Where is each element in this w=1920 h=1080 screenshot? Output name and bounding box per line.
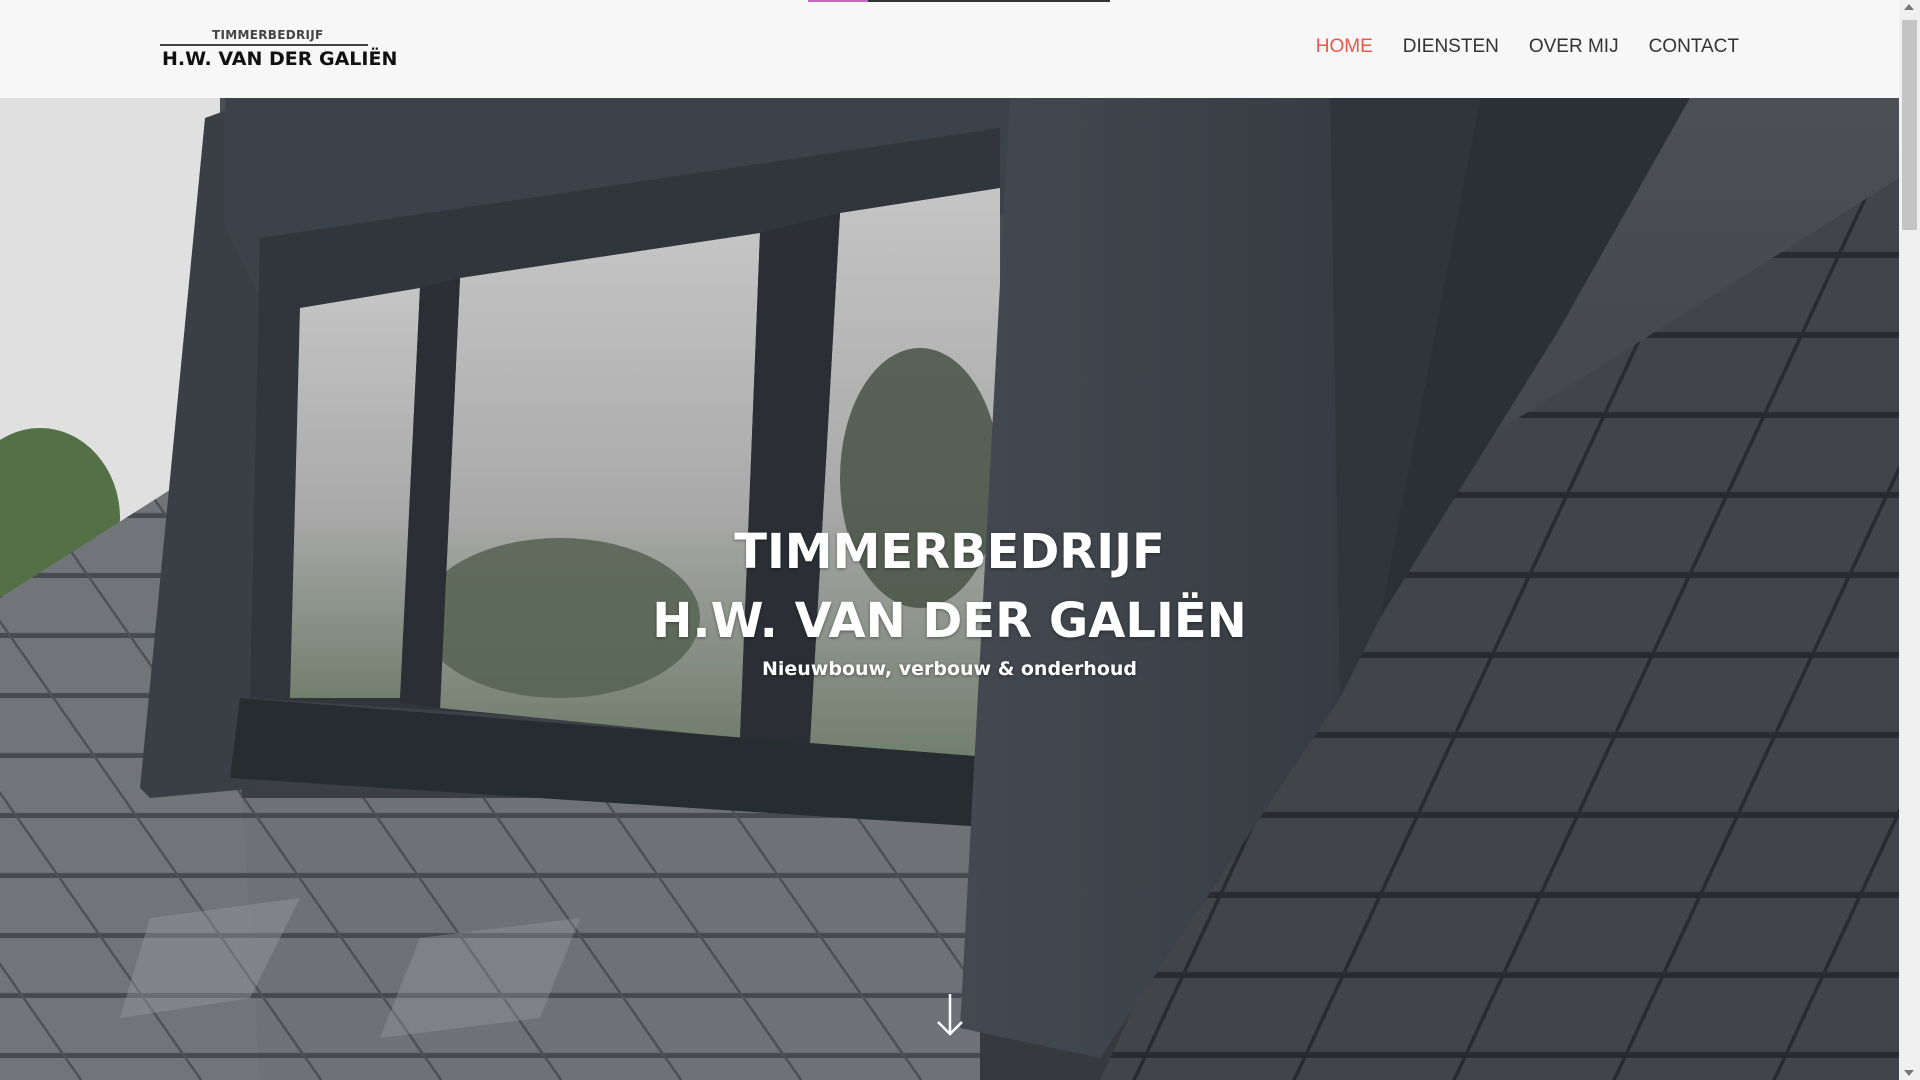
scroll-up-icon[interactable]	[1904, 4, 1914, 10]
nav-item-contact[interactable]: CONTACT	[1649, 36, 1739, 58]
vertical-scrollbar[interactable]	[1899, 0, 1920, 1080]
scroll-down-icon[interactable]	[1904, 1070, 1914, 1076]
nav-item-over-mij[interactable]: OVER MIJ	[1529, 36, 1619, 58]
arrow-down-icon[interactable]	[930, 990, 970, 1040]
page: TIMMERBEDRIJF H.W. VAN DER GALIËN HOME D…	[0, 0, 1920, 1080]
hero-subtitle: Nieuwbouw, verbouw & onderhoud	[761, 658, 1138, 680]
hero-title-line-1: TIMMERBEDRIJF	[734, 524, 1165, 580]
scroll-progress-bar	[808, 0, 1110, 2]
hero-section: TIMMERBEDRIJF H.W. VAN DER GALIËN Nieuwb…	[0, 98, 1899, 1080]
site-header: TIMMERBEDRIJF H.W. VAN DER GALIËN HOME D…	[0, 0, 1899, 98]
main-nav: HOME DIENSTEN OVER MIJ CONTACT	[1316, 36, 1739, 58]
scrollbar-thumb[interactable]	[1902, 20, 1917, 230]
logo-divider	[160, 44, 368, 46]
site-logo[interactable]: TIMMERBEDRIJF H.W. VAN DER GALIËN	[160, 26, 397, 72]
logo-top-line: TIMMERBEDRIJF	[212, 28, 324, 42]
scroll-progress-fill	[808, 0, 869, 2]
hero-title-line-2: H.W. VAN DER GALIËN	[652, 593, 1247, 649]
nav-item-home[interactable]: HOME	[1316, 36, 1373, 58]
nav-item-diensten[interactable]: DIENSTEN	[1403, 36, 1499, 58]
logo-main-line: H.W. VAN DER GALIËN	[162, 48, 398, 70]
hero-title: TIMMERBEDRIJF H.W. VAN DER GALIËN	[0, 518, 1899, 656]
